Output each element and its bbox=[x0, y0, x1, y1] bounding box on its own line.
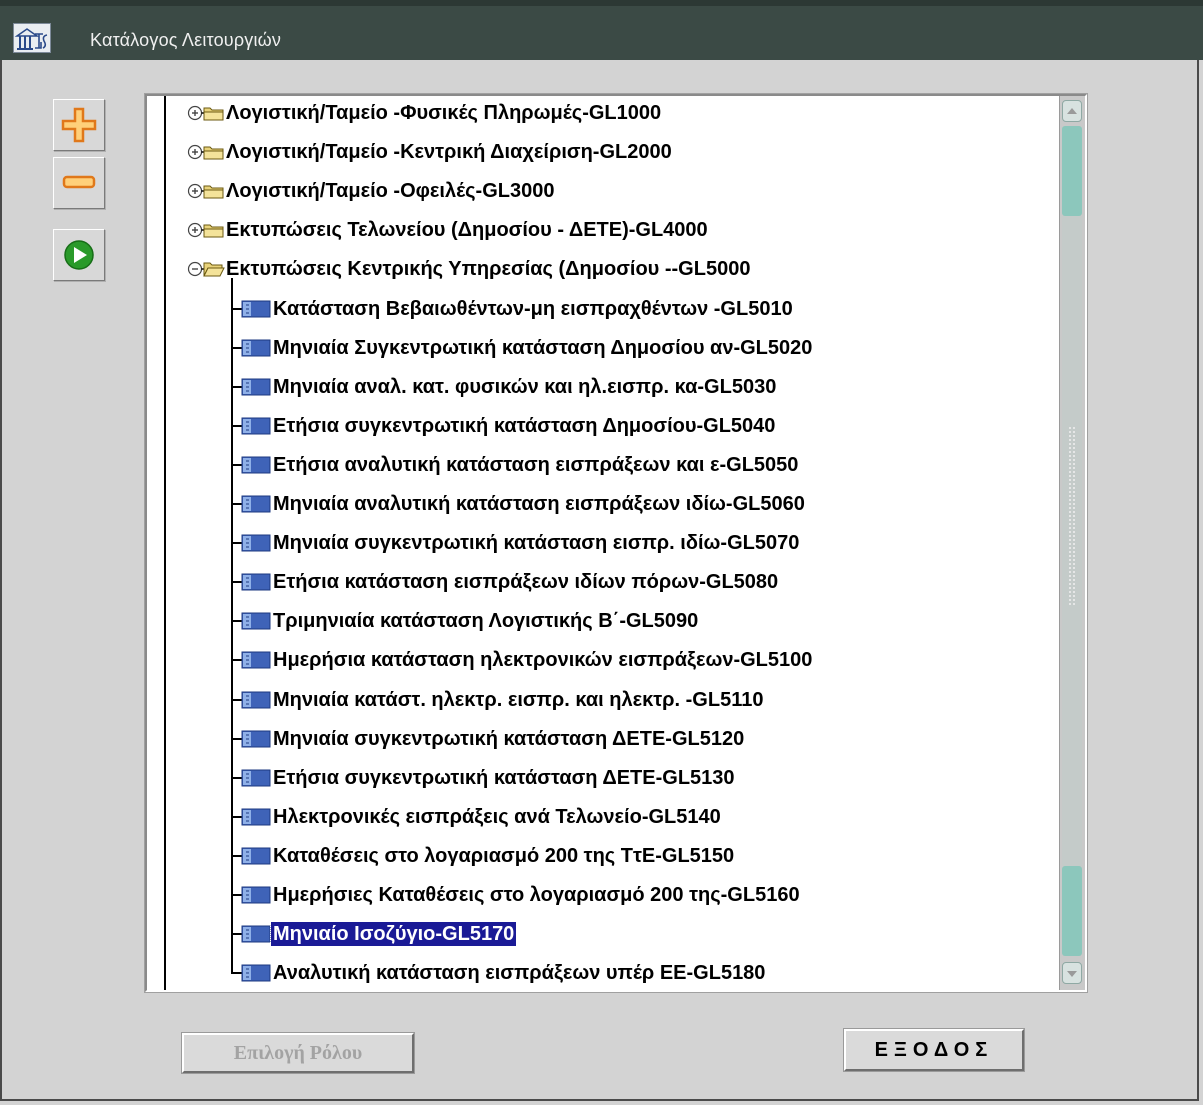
tree-leaf-node[interactable]: Μηνιαίο Ισοζύγιο-GL5170 bbox=[231, 921, 1051, 948]
report-icon bbox=[241, 456, 271, 474]
report-icon bbox=[241, 691, 271, 708]
tree-node-label: Ημερήσιες Καταθέσεις στο λογαριασμό 200 … bbox=[273, 884, 800, 906]
tree-leaf-node[interactable]: Μηνιαία κατάστ. ηλεκτρ. εισπρ. και ηλεκτ… bbox=[231, 687, 1051, 713]
play-icon bbox=[64, 240, 94, 270]
tree-leaf-node[interactable]: Ετήσια συγκεντρωτική κατάσταση ΔΕΤΕ-GL51… bbox=[231, 765, 1051, 791]
scroll-grip bbox=[1068, 426, 1076, 606]
tree-leaf-node[interactable]: Αναλυτική κατάσταση εισπράξεων υπέρ ΕΕ-G… bbox=[231, 960, 1051, 986]
tree-leaf-node[interactable]: Ετήσια αναλυτική κατάσταση εισπράξεων κα… bbox=[231, 452, 1051, 478]
tree-leaf-node[interactable]: Καταθέσεις στο λογαριασμό 200 της ΤτΕ-GL… bbox=[231, 843, 1051, 869]
function-tree[interactable]: Λογιστική/Ταμείο -Φυσικές Πληρωμές-GL100… bbox=[144, 93, 1088, 993]
exit-button[interactable]: ΕΞΟΔΟΣ bbox=[843, 1028, 1025, 1072]
tree-leaf-node[interactable]: Ετήσια κατάσταση εισπράξεων ιδίων πόρων-… bbox=[231, 569, 1051, 595]
open-folder-icon bbox=[203, 262, 225, 277]
folder-icon bbox=[203, 146, 224, 160]
tree-leaf-node[interactable]: Μηνιαία συγκεντρωτική κατάσταση ΔΕΤΕ-GL5… bbox=[231, 726, 1051, 752]
arrow-down-icon bbox=[1067, 971, 1077, 977]
run-button[interactable] bbox=[53, 229, 105, 281]
tree-leaf-node[interactable]: Μηνιαία Συγκεντρωτική κατάσταση Δημοσίου… bbox=[231, 335, 1051, 361]
report-icon bbox=[241, 847, 271, 865]
tree-node-label: Ηλεκτρονικές εισπράξεις ανά Τελωνείο-GL5… bbox=[273, 805, 721, 828]
tree-node-label: Εκτυπώσεις Τελωνείου (Δημοσίου - ΔΕΤΕ)-G… bbox=[226, 219, 708, 242]
tree-leaf-node[interactable]: Ετήσια συγκεντρωτική κατάσταση Δημοσίου-… bbox=[231, 413, 1051, 439]
plus-icon bbox=[61, 107, 97, 143]
tree-node-label: Μηνιαία αναλ. κατ. φυσικών και ηλ.εισπρ.… bbox=[273, 375, 777, 398]
report-icon bbox=[241, 612, 271, 630]
tree-leaf-node[interactable]: Ημερήσια κατάσταση ηλεκτρονικών εισπράξε… bbox=[231, 647, 1051, 673]
tree-leaf-node[interactable]: Μηνιαία αναλυτική κατάσταση εισπράξεων ι… bbox=[231, 491, 1051, 517]
tree-node-label: Μηνιαία αναλυτική κατάσταση εισπράξεων ι… bbox=[273, 493, 805, 515]
tree-folder-node[interactable]: Εκτυπώσεις Κεντρικής Υπηρεσίας (Δημοσίου… bbox=[185, 256, 1065, 282]
tree-node-label: Ετήσια συγκεντρωτική κατάσταση ΔΕΤΕ-GL51… bbox=[273, 766, 735, 789]
minus-icon bbox=[62, 175, 96, 189]
app-logo-icon bbox=[13, 23, 51, 53]
tree-folder-node[interactable]: Λογιστική/Ταμείο -Οφειλές-GL3000 bbox=[185, 178, 1065, 204]
report-icon bbox=[241, 925, 271, 943]
expand-button[interactable] bbox=[53, 99, 105, 151]
tree-node-label: Καταθέσεις στο λογαριασμό 200 της ΤτΕ-GL… bbox=[273, 844, 735, 867]
titlebar: Κατάλογος Λειτουργιών bbox=[0, 0, 1203, 60]
tree-node-label: Μηνιαία συγκεντρωτική κατάσταση εισπρ. ι… bbox=[273, 532, 800, 555]
report-icon bbox=[241, 886, 271, 904]
report-icon bbox=[241, 573, 271, 591]
tree-node-label: Αναλυτική κατάσταση εισπράξεων υπέρ ΕΕ-G… bbox=[273, 962, 766, 985]
tree-node-label: Μηνιαία συγκεντρωτική κατάσταση ΔΕΤΕ-GL5… bbox=[273, 727, 745, 750]
tree-node-label: Τριμηνιαία κατάσταση Λογιστικής Β΄-GL509… bbox=[273, 610, 699, 633]
report-icon bbox=[241, 534, 271, 552]
tree-node-label: Κατάσταση Βεβαιωθέντων-μη εισπραχθέντων … bbox=[273, 297, 793, 320]
tree-leaf-node[interactable]: Κατάσταση Βεβαιωθέντων-μη εισπραχθέντων … bbox=[231, 296, 1051, 322]
tree-folder-node[interactable]: Λογιστική/Ταμείο -Φυσικές Πληρωμές-GL100… bbox=[185, 100, 1065, 126]
tree-leaf-node[interactable]: Τριμηνιαία κατάσταση Λογιστικής Β΄-GL509… bbox=[231, 608, 1051, 634]
tree-node-label: Ετήσια αναλυτική κατάσταση εισπράξεων κα… bbox=[273, 453, 799, 476]
scroll-up-button[interactable] bbox=[1062, 100, 1082, 122]
tree-node-label: Λογιστική/Ταμείο -Φυσικές Πληρωμές-GL100… bbox=[226, 102, 662, 124]
folder-icon bbox=[203, 185, 224, 199]
window-title: Κατάλογος Λειτουργιών bbox=[90, 30, 282, 50]
vertical-scrollbar[interactable] bbox=[1059, 96, 1085, 990]
tree-node-label: Ημερήσια κατάσταση ηλεκτρονικών εισπράξε… bbox=[273, 649, 813, 672]
report-icon bbox=[241, 730, 271, 748]
tree-node-label: Ετήσια συγκεντρωτική κατάσταση Δημοσίου-… bbox=[273, 414, 776, 437]
scroll-down-button[interactable] bbox=[1062, 962, 1082, 984]
tree-leaf-node[interactable]: Ημερήσιες Καταθέσεις στο λογαριασμό 200 … bbox=[231, 882, 1051, 908]
select-role-button[interactable]: Επιλογή Ρόλου bbox=[181, 1032, 415, 1074]
report-icon bbox=[241, 495, 271, 513]
tree-leaf-node[interactable]: Μηνιαία αναλ. κατ. φυσικών και ηλ.εισπρ.… bbox=[231, 374, 1051, 400]
scroll-track-lower[interactable] bbox=[1062, 866, 1082, 956]
tree-node-label: Εκτυπώσεις Κεντρικής Υπηρεσίας (Δημοσίου… bbox=[226, 258, 751, 281]
report-icon bbox=[241, 769, 271, 787]
tree-node-label: Λογιστική/Ταμείο -Οφειλές-GL3000 bbox=[226, 180, 555, 203]
arrow-up-icon bbox=[1067, 108, 1077, 114]
report-icon bbox=[241, 339, 271, 357]
report-icon bbox=[241, 651, 271, 669]
scroll-thumb[interactable] bbox=[1062, 126, 1082, 216]
report-icon bbox=[241, 417, 271, 435]
tree-folder-node[interactable]: Εκτυπώσεις Τελωνείου (Δημοσίου - ΔΕΤΕ)-G… bbox=[185, 217, 1065, 243]
report-icon bbox=[241, 300, 271, 317]
report-icon bbox=[241, 964, 271, 982]
collapse-button[interactable] bbox=[53, 157, 105, 209]
tree-node-label: Μηνιαία κατάστ. ηλεκτρ. εισπρ. και ηλεκτ… bbox=[273, 688, 764, 711]
tree-connector-line bbox=[164, 96, 166, 990]
tree-leaf-node[interactable]: Ηλεκτρονικές εισπράξεις ανά Τελωνείο-GL5… bbox=[231, 804, 1051, 830]
folder-icon bbox=[203, 224, 224, 238]
folder-icon bbox=[203, 107, 224, 121]
tree-node-label-selected: Μηνιαίο Ισοζύγιο-GL5170 bbox=[269, 921, 518, 948]
report-icon bbox=[241, 378, 271, 396]
tree-node-label: Μηνιαία Συγκεντρωτική κατάσταση Δημοσίου… bbox=[273, 336, 813, 359]
tree-leaf-node[interactable]: Μηνιαία συγκεντρωτική κατάσταση εισπρ. ι… bbox=[231, 530, 1051, 556]
tree-folder-node[interactable]: Λογιστική/Ταμείο -Κεντρική Διαχείριση-GL… bbox=[185, 139, 1065, 165]
tree-node-label: Λογιστική/Ταμείο -Κεντρική Διαχείριση-GL… bbox=[226, 141, 672, 164]
report-icon bbox=[241, 808, 271, 826]
tree-node-label: Ετήσια κατάσταση εισπράξεων ιδίων πόρων-… bbox=[273, 571, 779, 594]
